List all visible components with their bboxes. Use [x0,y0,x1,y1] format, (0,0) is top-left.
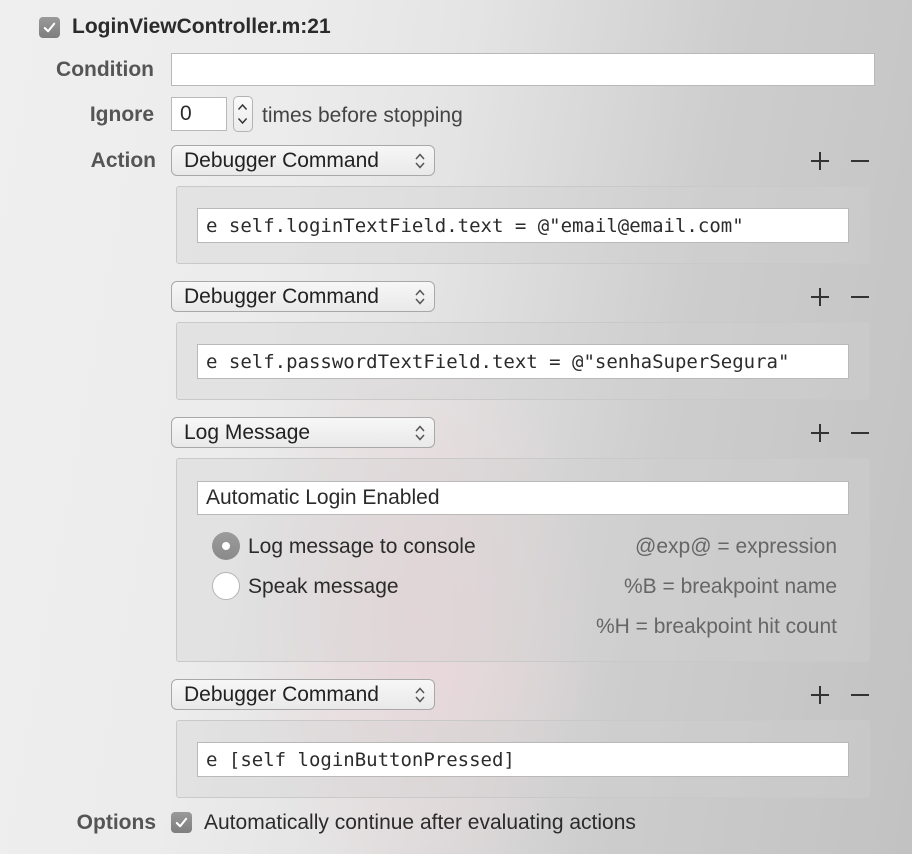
debugger-command-field-4[interactable]: e [self loginButtonPressed] [197,742,849,777]
log-message-field[interactable]: Automatic Login Enabled [197,481,849,515]
options-label: Options [76,811,156,834]
stepper-icon [237,103,248,125]
hint-hit-count: %H = breakpoint hit count [595,615,837,638]
minus-icon[interactable] [849,286,871,308]
condition-field[interactable] [171,53,875,86]
action-type-label: Log Message [184,420,311,444]
action-type-label: Debugger Command [184,284,379,308]
log-to-console-radio[interactable] [212,532,240,560]
up-down-chevron-icon [415,289,425,305]
up-down-chevron-icon [415,425,425,441]
speak-message-radio[interactable] [212,572,240,600]
up-down-chevron-icon [415,153,425,169]
action-panel-3: Automatic Login Enabled Log message to c… [176,458,870,662]
hint-expression: @exp@ = expression [635,535,837,558]
minus-icon[interactable] [849,422,871,444]
minus-icon[interactable] [849,684,871,706]
up-down-chevron-icon [415,687,425,703]
action-type-popup-2[interactable]: Debugger Command [171,281,435,312]
ignore-stepper[interactable] [233,96,253,132]
condition-label: Condition [56,58,154,81]
speak-message-label: Speak message [248,575,399,598]
ignore-label: Ignore [89,103,154,126]
action-type-label: Debugger Command [184,682,379,706]
ignore-suffix: times before stopping [262,104,463,127]
action-panel-4: e [self loginButtonPressed] [176,720,870,798]
minus-icon[interactable] [849,150,871,172]
debugger-command-field-1[interactable]: e self.loginTextField.text = @"email@ema… [197,208,849,243]
log-to-console-label: Log message to console [248,535,476,558]
debugger-command-field-2[interactable]: e self.passwordTextField.text = @"senhaS… [197,344,849,379]
auto-continue-checkbox[interactable] [171,812,192,833]
plus-icon[interactable] [809,150,831,172]
action-panel-1: e self.loginTextField.text = @"email@ema… [176,186,870,264]
checkmark-icon [175,817,188,828]
action-type-popup-1[interactable]: Debugger Command [171,145,435,176]
plus-icon[interactable] [809,422,831,444]
plus-icon[interactable] [809,286,831,308]
breakpoint-name: LoginViewController.m:21 [72,15,331,38]
breakpoint-enabled-checkbox[interactable] [39,17,60,38]
action-type-label: Debugger Command [184,148,379,172]
action-label: Action [90,149,156,172]
action-panel-2: e self.passwordTextField.text = @"senhaS… [176,322,870,400]
hint-breakpoint-name: %B = breakpoint name [623,575,837,598]
auto-continue-label: Automatically continue after evaluating … [204,811,636,834]
plus-icon[interactable] [809,684,831,706]
action-type-popup-4[interactable]: Debugger Command [171,679,435,710]
checkmark-icon [43,22,56,33]
action-type-popup-3[interactable]: Log Message [171,417,435,448]
ignore-count-field[interactable]: 0 [171,97,227,131]
